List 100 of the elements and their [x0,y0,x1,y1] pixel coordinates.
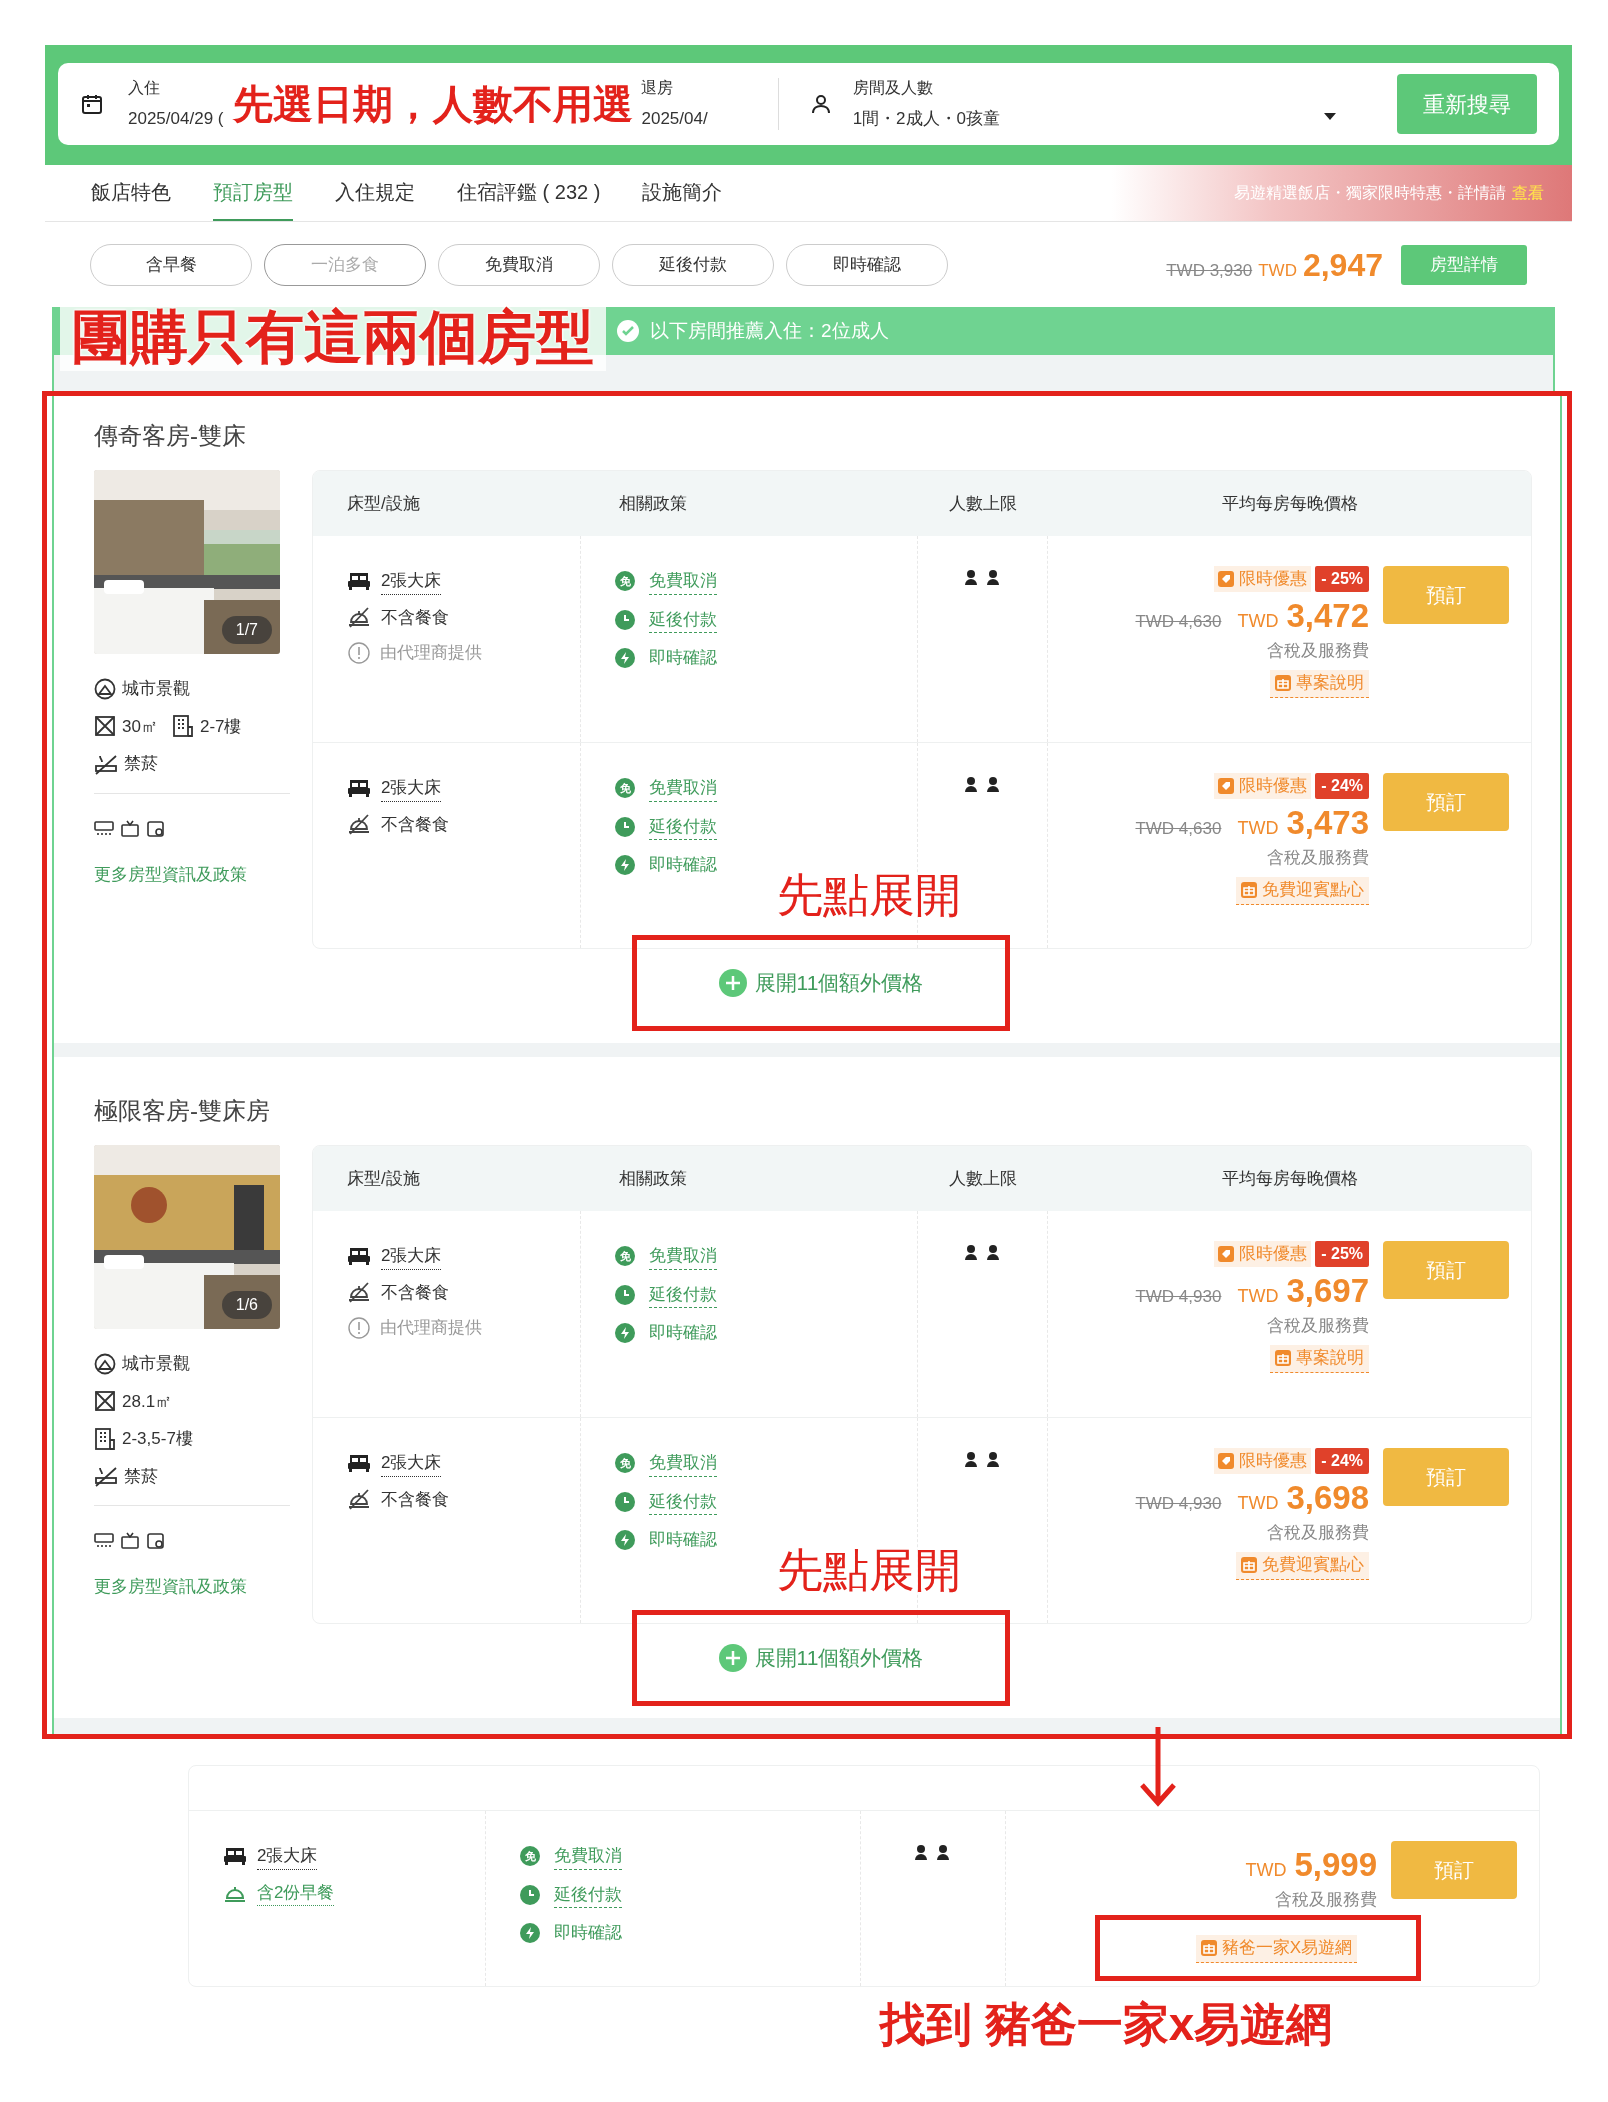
package-link[interactable]: 專案說明 [1270,669,1369,698]
meal-text: 不含餐食 [381,1281,449,1304]
no-meal-icon [347,813,371,836]
date-value[interactable]: 2025/04/ [641,106,708,132]
policy-text[interactable]: 免費取消 [649,1243,717,1270]
bed-icon [347,778,371,799]
info-icon [348,641,370,664]
free-badge-icon: 免 [615,1246,635,1267]
currency-label: TWD [1258,259,1297,282]
annotation-text: 先點展開 [777,1547,961,1593]
policy-text: 即時確認 [649,647,717,669]
package-link[interactable]: 免費迎賓點心 [1236,1551,1369,1580]
free-badge-icon: 免 [615,778,635,799]
gift-icon [1241,882,1257,898]
safe-icon [146,1532,166,1550]
package-link[interactable]: 豬爸一家X易遊網 [1195,1934,1357,1963]
more-info-link[interactable]: 更多房型資訊及政策 [94,861,290,887]
search-button[interactable]: 重新搜尋 [1397,74,1537,134]
policy-text[interactable]: 免費取消 [649,1450,717,1477]
discount-badge: - 24% [1315,773,1369,799]
package-link[interactable]: 專案說明 [1270,1344,1369,1373]
plus-circle-icon [718,969,747,997]
lightning-icon [615,1322,635,1343]
policy-text[interactable]: 延後付款 [649,1488,717,1515]
room-feature: 城市景觀 [122,678,190,700]
field-label: 房間及人數 [852,78,934,99]
gift-icon [1200,1940,1217,1956]
policy-text[interactable]: 免費取消 [649,568,717,595]
no-smoking-icon [94,752,118,775]
package-text: 免費迎賓點心 [1262,879,1364,902]
tv-icon [120,819,140,838]
column-header: 人數上限 [948,1167,1018,1190]
original-price: TWD 4,630 [1135,611,1222,633]
lightning-icon [520,1922,540,1943]
policy-text[interactable]: 免費取消 [649,775,717,802]
clock-icon [615,1284,635,1305]
policy-text[interactable]: 免費取消 [554,1843,622,1870]
guests-value[interactable]: 1間・2成人・0孩童 [852,106,1323,132]
bed-type[interactable]: 2張大床 [381,568,442,595]
column-header: 人數上限 [948,492,1018,515]
lightning-icon [615,647,635,668]
nav-tab[interactable]: 飯店特色 [91,165,171,221]
bed-type[interactable]: 2張大床 [381,775,442,802]
bed-icon [347,1246,371,1267]
room-feature: 2-3,5-7樓 [122,1428,193,1450]
price-text: 3,697 [1286,1271,1369,1311]
clock-icon [615,609,635,630]
bed-icon [347,1453,371,1474]
tax-note: 含稅及服務費 [1275,1889,1377,1911]
policy-text[interactable]: 延後付款 [649,1281,717,1308]
lightning-icon [615,1529,635,1550]
original-price: TWD 4,930 [1135,1286,1222,1308]
room-feature: 城市景觀 [122,1353,190,1375]
column-header: 床型/設施 [346,492,421,515]
package-text: 專案說明 [1296,1347,1364,1370]
room-feature: 禁菸 [124,753,158,775]
annotation-text: 找到 豬爸一家x易遊網 [880,2001,1333,2047]
city-view-icon [94,677,116,700]
nav-tab[interactable]: 預訂房型 [213,165,293,221]
deal-label: 限時優惠 [1239,1243,1308,1266]
package-text: 免費迎賓點心 [1262,1554,1364,1577]
air-conditioner-icon [94,819,114,836]
area-icon [94,1390,116,1413]
price-text: 2,947 [1302,245,1383,285]
annotation-text: 先點展開 [777,872,961,918]
nav-tab[interactable]: 設施簡介 [642,165,723,221]
two-guests-icon [964,777,1001,793]
policy-text[interactable]: 延後付款 [649,606,717,633]
tv-icon [120,1532,140,1550]
bed-type[interactable]: 2張大床 [381,1243,442,1270]
nav-tab[interactable]: 入住規定 [335,165,415,221]
room-details-button[interactable]: 房型詳情 [1401,244,1527,285]
package-text: 豬爸一家X易遊網 [1221,1937,1352,1960]
column-header: 相關政策 [618,1167,688,1190]
calendar-icon [80,92,104,116]
policy-text[interactable]: 延後付款 [554,1881,622,1908]
meal-text: 不含餐食 [381,606,449,629]
bed-type[interactable]: 2張大床 [381,1450,442,1477]
meal-text: 不含餐食 [381,1488,449,1511]
policy-text[interactable]: 延後付款 [649,813,717,840]
package-text: 專案說明 [1296,672,1364,695]
two-guests-icon [964,1245,1001,1261]
package-link[interactable]: 免費迎賓點心 [1236,876,1369,905]
discount-badge: - 25% [1315,566,1369,592]
nav-tab[interactable]: 住宿評鑑 ( 232 ) [457,165,601,221]
meal-text[interactable]: 含2份早餐 [257,1879,335,1906]
original-price: TWD 4,930 [1135,1493,1222,1515]
info-icon [348,1316,370,1339]
policy-text: 即時確認 [649,1322,717,1344]
policy-text: 即時確認 [649,1529,717,1551]
air-conditioner-icon [94,1532,114,1548]
date-value[interactable]: 2025/04/29 ( [128,106,224,132]
more-info-link[interactable]: 更多房型資訊及政策 [94,1574,290,1600]
promo-link[interactable]: 查看 [1512,181,1544,205]
clock-icon [615,1491,635,1512]
two-guests-icon [964,1452,1001,1468]
tag-icon [1218,778,1235,794]
bed-type[interactable]: 2張大床 [257,1843,318,1870]
agent-note: 由代理商提供 [380,642,482,664]
no-smoking-icon [94,1465,118,1488]
